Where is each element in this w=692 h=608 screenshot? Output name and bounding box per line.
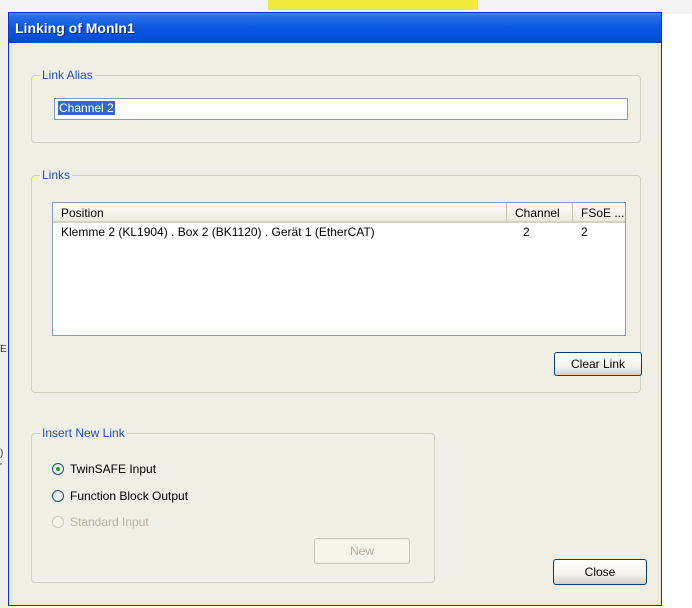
radio-standard-input-label: Standard Input (70, 515, 149, 529)
background-highlight (268, 0, 478, 10)
column-header-position[interactable]: Position (53, 203, 507, 221)
link-alias-input[interactable]: Channel 2 (54, 98, 628, 120)
dialog-client-area: Link Alias Channel 2 Links Position Chan… (13, 43, 657, 601)
background-text-fragment: E (0, 344, 7, 355)
radio-checked-icon[interactable] (52, 463, 64, 475)
links-list[interactable]: Position Channel FSoE ... Klemme 2 (KL19… (52, 202, 626, 336)
column-header-channel[interactable]: Channel (507, 203, 573, 221)
radio-unchecked-icon[interactable] (52, 490, 64, 502)
dialog-title: Linking of MonIn1 (15, 20, 135, 36)
link-alias-group: Link Alias Channel 2 (31, 68, 641, 143)
table-row[interactable]: Klemme 2 (KL1904) . Box 2 (BK1120) . Ger… (53, 224, 625, 240)
insert-new-link-group-label: Insert New Link (40, 426, 127, 440)
screen: E ) ' Linking of MonIn1 Link Alias Chann… (0, 0, 692, 608)
column-header-fsoe[interactable]: FSoE ... (573, 203, 625, 221)
new-button: New (314, 538, 410, 564)
dialog-title-bar[interactable]: Linking of MonIn1 (9, 13, 661, 43)
row-fsoe: 2 (581, 225, 588, 239)
radio-twinsafe-input-label: TwinSAFE Input (70, 462, 157, 476)
close-button[interactable]: Close (553, 559, 647, 585)
clear-link-button[interactable]: Clear Link (554, 352, 642, 376)
link-alias-value: Channel 2 (58, 101, 115, 115)
radio-disabled-icon (52, 516, 64, 528)
row-channel: 2 (523, 225, 530, 239)
radio-function-block-output-label: Function Block Output (70, 489, 189, 503)
links-group-label: Links (40, 168, 73, 182)
background-text-fragment: ) (0, 448, 4, 459)
row-position: Klemme 2 (KL1904) . Box 2 (BK1120) . Ger… (61, 225, 375, 239)
links-list-header: Position Channel FSoE ... (53, 203, 625, 223)
linking-dialog: Linking of MonIn1 Link Alias Channel 2 L… (8, 12, 662, 606)
background-text-fragment: ' (0, 462, 2, 473)
links-group: Links Position Channel FSoE ... Klemme 2… (31, 168, 642, 393)
link-alias-group-label: Link Alias (40, 68, 95, 82)
insert-new-link-group: Insert New Link TwinSAFE Input Function … (31, 426, 435, 583)
